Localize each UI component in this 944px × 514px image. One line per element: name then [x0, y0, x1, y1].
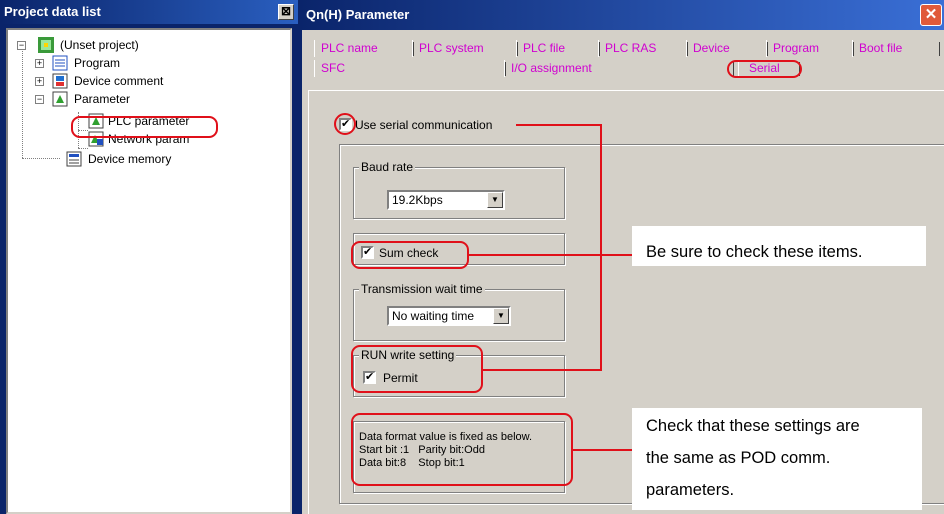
note-check-items: Be sure to check these items. — [646, 243, 863, 261]
annotation-line — [573, 449, 632, 451]
expand-icon[interactable]: + — [35, 77, 44, 86]
tree-item-project[interactable]: − (Unset project) — [8, 36, 288, 54]
tree-item-label: Program — [74, 56, 121, 70]
tree-connector — [78, 148, 88, 149]
highlight-data-format — [351, 413, 573, 486]
note-settings-line2: the same as POD comm. — [646, 449, 831, 467]
annotation-line — [600, 124, 602, 370]
tree-item-label: Device memory — [88, 152, 172, 166]
baud-rate-select[interactable]: 19.2Kbps ▼ — [387, 190, 505, 210]
collapse-icon[interactable]: − — [17, 41, 26, 50]
tree-item-label: Parameter — [74, 92, 131, 106]
tab-plc-name[interactable]: PLC name — [314, 40, 414, 57]
baud-rate-label: Baud rate — [359, 160, 416, 174]
tab-io-assignment[interactable]: I/O assignment — [504, 60, 734, 77]
tree-item-label: (Unset project) — [60, 38, 139, 52]
close-icon[interactable]: ⊠ — [278, 4, 294, 20]
project-data-list-title: Project data list ⊠ — [0, 0, 298, 24]
annotation-line — [483, 369, 602, 371]
tab-plc-ras[interactable]: PLC RAS — [598, 40, 688, 57]
baud-rate-value: 19.2Kbps — [392, 193, 443, 207]
tree-item-device-comment[interactable]: + Device comment — [8, 72, 288, 90]
tree-item-label: Device comment — [74, 74, 164, 88]
chevron-down-icon[interactable]: ▼ — [487, 192, 503, 208]
use-serial-label: Use serial communication — [355, 118, 493, 132]
tree-item-program[interactable]: + Program — [8, 54, 288, 72]
tree-item-device-memory[interactable]: Device memory — [8, 150, 288, 168]
highlight-sum-check — [351, 241, 469, 269]
dialog-title: Qn(H) Parameter — [306, 7, 410, 22]
project-tree: − (Unset project) + Program + Device com… — [6, 28, 292, 514]
transmission-wait-value: No waiting time — [392, 309, 475, 323]
tab-row-1: PLC name PLC system PLC file PLC RAS Dev… — [308, 40, 944, 57]
panel-title-text: Project data list — [4, 4, 101, 19]
tab-plc-system[interactable]: PLC system — [412, 40, 518, 57]
tree-item-parameter[interactable]: − Parameter — [8, 90, 288, 108]
transmission-wait-label: Transmission wait time — [359, 282, 485, 296]
expand-icon[interactable]: + — [35, 59, 44, 68]
annotation-line — [469, 254, 632, 256]
program-icon — [52, 55, 68, 71]
highlight-serial-tab — [727, 60, 802, 78]
project-data-list-panel: Project data list ⊠ − (Unset project) + … — [0, 0, 298, 514]
highlight-plc-parameter — [71, 116, 218, 138]
tab-sfc[interactable]: SFC — [314, 60, 506, 77]
note-settings-line3: parameters. — [646, 481, 735, 499]
project-icon — [38, 37, 54, 53]
dialog-title-bar: Qn(H) Parameter ✕ — [298, 0, 944, 30]
tab-plc-file[interactable]: PLC file — [516, 40, 600, 57]
highlight-run-write — [351, 345, 483, 393]
tab-program[interactable]: Program — [766, 40, 854, 57]
tab-row-2: SFC I/O assignment Serial — [308, 60, 944, 77]
chevron-down-icon[interactable]: ▼ — [493, 308, 509, 324]
parameter-icon — [52, 91, 68, 107]
annotation-line — [516, 124, 602, 126]
highlight-use-serial — [334, 113, 356, 135]
device-memory-icon — [66, 151, 82, 167]
collapse-icon[interactable]: − — [35, 95, 44, 104]
transmission-wait-select[interactable]: No waiting time ▼ — [387, 306, 511, 326]
tab-device[interactable]: Device — [686, 40, 768, 57]
close-icon[interactable]: ✕ — [920, 4, 942, 26]
note-settings-line1: Check that these settings are — [646, 417, 860, 435]
tab-boot-file[interactable]: Boot file — [852, 40, 940, 57]
device-comment-icon — [52, 73, 68, 89]
